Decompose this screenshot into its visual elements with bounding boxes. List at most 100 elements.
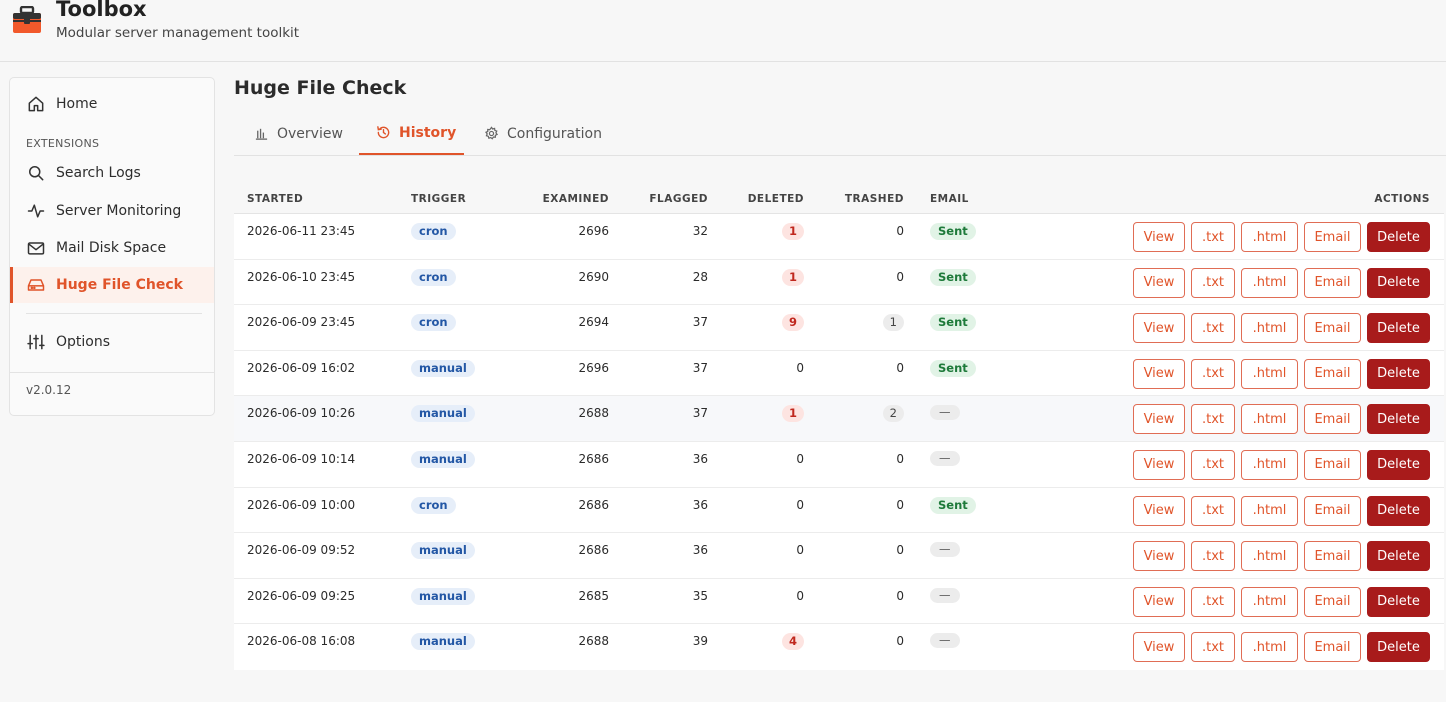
deleted-badge: 1 [781,405,804,423]
cell-deleted: 0 [796,498,804,512]
tab-history[interactable]: History [359,112,464,155]
email-button[interactable]: Email [1304,267,1361,298]
trashed-badge: 0 [896,360,904,375]
row-actions: View .txt .html Email Delete [1133,313,1430,344]
sidebar: Home EXTENSIONS Search Logs Server Monit… [9,77,215,416]
download-txt-button[interactable]: .txt [1191,267,1235,298]
download-txt-button[interactable]: .txt [1191,449,1235,480]
trigger-badge: manual [411,450,475,468]
download-html-button[interactable]: .html [1241,495,1298,526]
download-html-button[interactable]: .html [1241,449,1298,480]
sidebar-item-label: Huge File Check [56,277,183,293]
table-body: 2026-06-11 23:45 cron 2696 32 1 0 Sent View .txt… [234,214,1444,670]
delete-button[interactable]: Delete [1367,632,1430,663]
sidebar-item-mail-disk-space[interactable]: Mail Disk Space [10,230,214,266]
download-txt-button[interactable]: .txt [1191,404,1235,435]
column-header-trigger[interactable]: TRIGGER [411,193,466,205]
cell-started: 2026-06-09 23:45 [247,315,356,330]
sidebar-item-search-logs[interactable]: Search Logs [10,155,214,191]
delete-button[interactable]: Delete [1367,449,1430,480]
cell-trigger: cron [411,223,456,240]
download-html-button[interactable]: .html [1241,404,1298,435]
email-button[interactable]: Email [1304,541,1361,572]
trashed-badge: 2 [882,405,904,423]
cell-trashed: 0 [896,543,904,557]
cell-email: Sent [930,496,976,514]
view-button[interactable]: View [1133,358,1185,389]
table-row: 2026-06-09 09:25 manual 2685 35 0 0 — View .txt.… [234,578,1444,625]
cell-examined: 2694 [578,315,609,330]
view-button[interactable]: View [1133,586,1185,617]
email-button[interactable]: Email [1304,313,1361,344]
download-txt-button[interactable]: .txt [1191,495,1235,526]
delete-button[interactable]: Delete [1367,267,1430,298]
email-button[interactable]: Email [1304,449,1361,480]
view-button[interactable]: View [1133,495,1185,526]
email-button[interactable]: Email [1304,404,1361,435]
email-button[interactable]: Email [1304,358,1361,389]
cell-email: — [930,450,960,466]
sidebar-item-home[interactable]: Home [10,86,214,122]
tab-configuration[interactable]: Configuration [484,112,602,155]
sidebar-item-server-monitoring[interactable]: Server Monitoring [10,193,214,229]
column-header-deleted[interactable]: DELETED [748,193,804,205]
sidebar-item-huge-file-check[interactable]: Huge File Check [10,267,214,303]
cell-email: Sent [930,359,976,377]
view-button[interactable]: View [1133,267,1185,298]
cell-trigger: manual [411,587,475,605]
tab-overview[interactable]: Overview [254,112,343,155]
cell-trigger: manual [411,542,475,560]
column-header-email[interactable]: EMAIL [930,193,969,205]
download-txt-button[interactable]: .txt [1191,541,1235,572]
download-txt-button[interactable]: .txt [1191,586,1235,617]
download-txt-button[interactable]: .txt [1191,313,1235,344]
download-html-button[interactable]: .html [1241,586,1298,617]
column-header-examined[interactable]: EXAMINED [543,193,609,205]
cell-examined: 2686 [578,543,609,558]
download-html-button[interactable]: .html [1241,222,1298,252]
cell-flagged: 36 [692,451,708,466]
cell-trigger: manual [411,405,475,423]
download-html-button[interactable]: .html [1241,541,1298,572]
delete-button[interactable]: Delete [1367,358,1430,389]
download-txt-button[interactable]: .txt [1191,222,1235,252]
email-button[interactable]: Email [1304,586,1361,617]
sidebar-item-options[interactable]: Options [10,324,214,360]
view-button[interactable]: View [1133,449,1185,480]
delete-button[interactable]: Delete [1367,541,1430,572]
email-button[interactable]: Email [1304,632,1361,663]
cell-trigger: manual [411,359,475,377]
cell-deleted: 0 [796,361,804,375]
download-html-button[interactable]: .html [1241,358,1298,389]
table-row: 2026-06-09 09:52 manual 2686 36 0 0 — View .txt.… [234,533,1444,579]
download-txt-button[interactable]: .txt [1191,358,1235,389]
cell-deleted: 0 [796,543,804,557]
tab-bar: Overview History Configuration [234,112,1446,156]
table-row: 2026-06-10 23:45 cron 2690 28 1 0 Sent View .txt… [234,259,1444,306]
delete-button[interactable]: Delete [1367,586,1430,617]
download-html-button[interactable]: .html [1241,267,1298,298]
view-button[interactable]: View [1133,222,1185,252]
view-button[interactable]: View [1133,404,1185,435]
table-row: 2026-06-09 10:26 manual 2688 37 1 2 — View .txt.… [234,396,1444,442]
cell-started: 2026-06-09 10:14 [247,451,356,466]
delete-button[interactable]: Delete [1367,495,1430,526]
delete-button[interactable]: Delete [1367,404,1430,435]
column-header-flagged[interactable]: FLAGGED [649,193,708,205]
deleted-badge: 0 [796,451,804,466]
delete-button[interactable]: Delete [1367,313,1430,344]
tab-label: Configuration [507,125,602,142]
cell-flagged: 37 [692,406,708,421]
download-txt-button[interactable]: .txt [1191,632,1235,663]
download-html-button[interactable]: .html [1241,632,1298,663]
view-button[interactable]: View [1133,632,1185,663]
view-button[interactable]: View [1133,313,1185,344]
view-button[interactable]: View [1133,541,1185,572]
download-html-button[interactable]: .html [1241,313,1298,344]
email-button[interactable]: Email [1304,222,1361,252]
column-header-trashed[interactable]: TRASHED [845,193,904,205]
sliders-icon [27,334,45,350]
email-button[interactable]: Email [1304,495,1361,526]
column-header-started[interactable]: STARTED [247,193,303,205]
delete-button[interactable]: Delete [1367,222,1430,252]
